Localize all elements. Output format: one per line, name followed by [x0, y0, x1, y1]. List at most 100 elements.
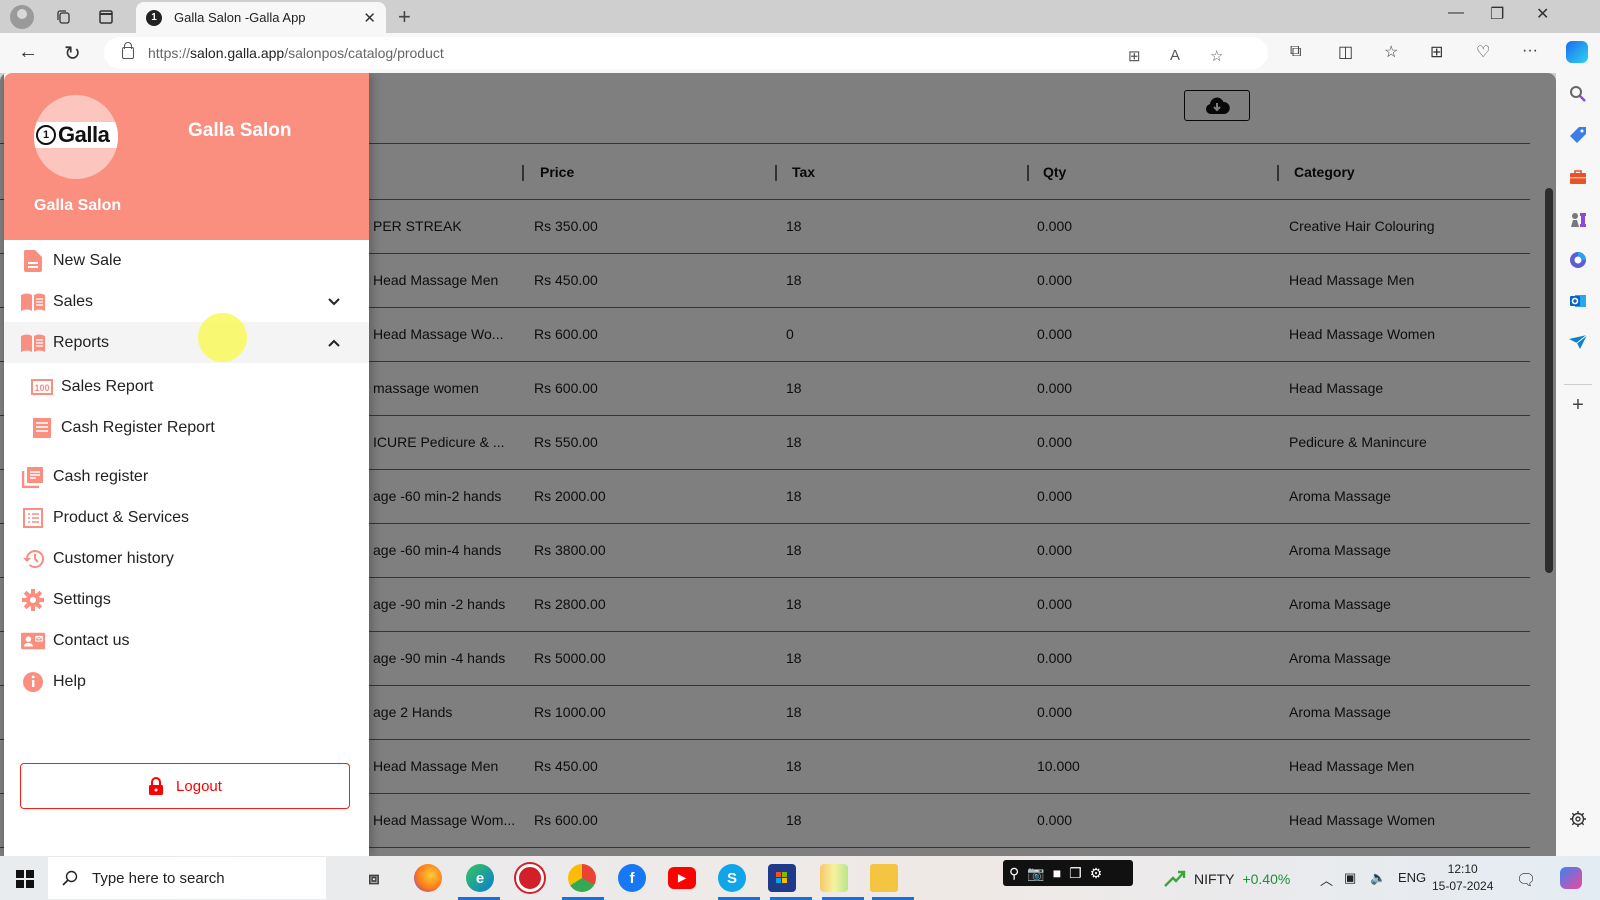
lock-icon[interactable]: [122, 42, 134, 59]
microsoft-store-icon[interactable]: [768, 864, 796, 892]
minimize-icon[interactable]: —: [1448, 4, 1464, 22]
profile-icon[interactable]: [10, 5, 34, 29]
notifications-icon[interactable]: 🗨: [1516, 870, 1536, 890]
sidebar-settings-icon[interactable]: [1568, 809, 1588, 829]
copilot-taskbar-icon[interactable]: [1560, 867, 1582, 889]
task-view-icon[interactable]: ⧈: [360, 864, 388, 892]
sidebar-item-sales[interactable]: Sales: [4, 281, 369, 322]
store-subtitle: Galla Salon: [34, 197, 122, 214]
sidebar-item-label: Contact us: [53, 631, 130, 649]
add-icon[interactable]: +: [1568, 394, 1588, 416]
app-available-icon[interactable]: ⊞: [1128, 47, 1141, 65]
cursor-highlight: [198, 313, 247, 362]
pin-icon[interactable]: ⚲: [1009, 865, 1019, 882]
skype-icon[interactable]: S: [718, 864, 746, 892]
vertical-tabs-icon[interactable]: [94, 5, 118, 29]
games-icon[interactable]: [1568, 209, 1588, 229]
close-tab-icon[interactable]: ✕: [363, 9, 376, 27]
close-window-icon[interactable]: ✕: [1536, 4, 1549, 24]
address-toolbar: ← ↻ https://salon.galla.app/salonpos/cat…: [0, 33, 1600, 73]
chrome-icon[interactable]: [568, 864, 596, 892]
sidebar-item-contact-us[interactable]: Contact us: [4, 620, 369, 661]
sidebar-item-label: Cash Register Report: [61, 418, 215, 436]
outlook-icon[interactable]: [1568, 291, 1588, 311]
avatar: 1 Galla: [34, 95, 118, 179]
copilot-icon[interactable]: [1566, 41, 1588, 63]
collections-icon[interactable]: ⊞: [1430, 42, 1443, 62]
sidebar-item-label: Product & Services: [53, 508, 190, 526]
tools-icon[interactable]: [1568, 167, 1588, 187]
sidebar-item-label: New Sale: [53, 251, 122, 269]
svg-text:100: 100: [34, 383, 49, 393]
show-hidden-icons-icon[interactable]: ︿: [1320, 870, 1333, 889]
chevron-down-icon[interactable]: [326, 294, 342, 310]
browser-essentials-icon[interactable]: ♡: [1476, 42, 1490, 62]
sidebar-item-customer-history[interactable]: Customer history: [4, 538, 369, 579]
sidebar-item-label: Customer history: [53, 549, 174, 567]
reader-app-icon[interactable]: [820, 864, 848, 892]
search-icon[interactable]: [1568, 84, 1588, 104]
sidebar-item-sales-report[interactable]: 100 Sales Report: [4, 366, 369, 407]
send-icon[interactable]: [1568, 332, 1588, 352]
extensions-icon[interactable]: ⧉: [1290, 43, 1301, 61]
register-icon: [21, 465, 45, 489]
sidebar-item-label: Sales: [53, 292, 94, 310]
read-aloud-icon[interactable]: A: [1170, 47, 1180, 64]
sidebar-item-label: Sales Report: [61, 377, 154, 395]
sidebar-item-reports[interactable]: Reports: [4, 322, 369, 363]
workspaces-icon[interactable]: [52, 5, 76, 29]
taskbar-search-field[interactable]: Type here to search: [48, 857, 326, 899]
stock-widget[interactable]: NIFTY +0.40%: [1164, 870, 1290, 888]
split-screen-icon[interactable]: ◫: [1338, 42, 1353, 62]
back-icon[interactable]: ←: [18, 41, 38, 64]
more-menu-icon[interactable]: ···: [1522, 42, 1538, 60]
galla-favicon-icon: 1: [146, 9, 162, 26]
microsoft-365-icon[interactable]: [1568, 250, 1588, 270]
logout-button[interactable]: Logout: [20, 763, 350, 809]
new-tab-icon[interactable]: +: [398, 4, 411, 30]
chevron-up-icon[interactable]: [326, 335, 342, 351]
language-indicator[interactable]: ENG: [1398, 870, 1426, 885]
capture-toolbar: ⚲ 📷 ■ ❐ ⚙: [1003, 860, 1133, 886]
url-field[interactable]: https://salon.galla.app/salonpos/catalog…: [104, 37, 1268, 69]
book-icon: [21, 331, 45, 355]
browser-tab[interactable]: 1 Galla Salon -Galla App ✕: [136, 2, 386, 33]
store-title: Galla Salon: [188, 120, 292, 141]
file-explorer-icon[interactable]: [870, 864, 898, 892]
sidebar-item-product-services[interactable]: Product & Services: [4, 497, 369, 538]
info-icon: [21, 670, 45, 694]
video-camera-icon[interactable]: ■: [1053, 865, 1061, 881]
logout-label: Logout: [176, 777, 222, 795]
facebook-icon[interactable]: f: [618, 864, 646, 892]
capture-settings-icon[interactable]: ⚙: [1090, 865, 1103, 882]
sidebar-item-label: Cash register: [53, 467, 149, 485]
sidebar-divider: [1564, 384, 1592, 385]
gear-icon: [21, 588, 45, 612]
camera-icon[interactable]: 📷: [1027, 865, 1044, 882]
sidebar-item-label: Settings: [53, 590, 111, 608]
navigation-drawer: 1 Galla Galla Salon Galla Salon New Sale…: [4, 73, 369, 856]
nifty-label: NIFTY: [1194, 871, 1235, 887]
sidebar-item-settings[interactable]: Settings: [4, 579, 369, 620]
sidebar-item-cash-register[interactable]: Cash register: [4, 456, 369, 497]
firefox-icon[interactable]: [414, 864, 442, 892]
youtube-icon[interactable]: ▶: [668, 867, 696, 889]
edge-icon[interactable]: e: [466, 864, 494, 892]
search-placeholder: Type here to search: [92, 869, 225, 887]
refresh-icon[interactable]: ↻: [64, 41, 81, 66]
window-capture-icon[interactable]: ❐: [1069, 865, 1082, 882]
volume-icon[interactable]: 🔈: [1370, 870, 1386, 886]
sidebar-item-new-sale[interactable]: New Sale: [4, 240, 369, 281]
favorites-icon[interactable]: ☆: [1384, 42, 1398, 62]
restore-icon[interactable]: ❐: [1490, 4, 1504, 24]
screen-recorder-icon[interactable]: [516, 864, 544, 892]
sidebar-item-help[interactable]: Help: [4, 661, 369, 702]
sidebar-item-cash-register-report[interactable]: Cash Register Report: [4, 407, 369, 448]
receipt-icon: [30, 416, 54, 440]
shopping-tag-icon[interactable]: [1568, 125, 1588, 145]
system-clock[interactable]: 12:10 15-07-2024: [1432, 861, 1493, 895]
book-icon: [21, 290, 45, 314]
network-icon[interactable]: ▣: [1344, 870, 1356, 886]
favorite-star-icon[interactable]: ☆: [1210, 47, 1223, 65]
windows-start-icon[interactable]: [16, 870, 34, 888]
